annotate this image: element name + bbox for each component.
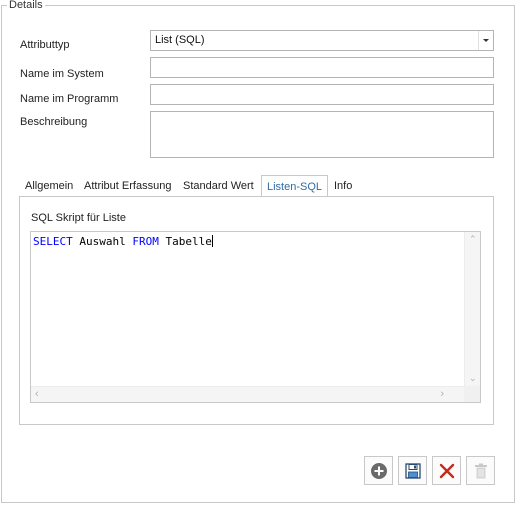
plus-circle-icon bbox=[370, 462, 387, 479]
keyword-select: SELECT bbox=[33, 235, 73, 248]
delete-button[interactable] bbox=[466, 456, 495, 485]
tab-allgemein[interactable]: Allgemein bbox=[21, 176, 77, 197]
name-system-label: Name im System bbox=[20, 68, 104, 80]
tab-attribut-erfassung[interactable]: Attribut Erfassung bbox=[80, 176, 175, 197]
listen-sql-panel: SQL Skript für Liste SELECT Auswahl FROM… bbox=[19, 196, 494, 425]
scroll-down-icon[interactable]: ⌄ bbox=[469, 374, 477, 383]
horizontal-scrollbar[interactable]: ‹ › bbox=[31, 386, 466, 402]
tab-listen-sql[interactable]: Listen-SQL bbox=[261, 175, 329, 198]
dropdown-arrow-icon[interactable] bbox=[478, 31, 493, 50]
beschreibung-textarea[interactable] bbox=[150, 111, 494, 158]
vertical-scrollbar[interactable]: ⌃ ⌄ bbox=[464, 232, 480, 386]
scrollbar-corner bbox=[464, 386, 480, 402]
name-programm-label: Name im Programm bbox=[20, 93, 119, 105]
code-text: Auswahl bbox=[72, 235, 133, 248]
cancel-button[interactable] bbox=[432, 456, 461, 485]
tab-info[interactable]: Info bbox=[330, 176, 356, 197]
tab-standard-wert[interactable]: Standard Wert bbox=[179, 176, 258, 197]
add-button[interactable] bbox=[364, 456, 393, 485]
floppy-disk-icon bbox=[404, 462, 421, 479]
attributtyp-label: Attributtyp bbox=[20, 39, 70, 51]
scroll-right-icon[interactable]: › bbox=[440, 389, 444, 400]
group-title: Details bbox=[7, 0, 45, 11]
sql-editor[interactable]: SELECT Auswahl FROM Tabelle ⌃ ⌄ ‹ › bbox=[30, 231, 481, 403]
sql-code[interactable]: SELECT Auswahl FROM Tabelle bbox=[33, 235, 213, 248]
scroll-left-icon[interactable]: ‹ bbox=[35, 389, 39, 400]
red-x-icon bbox=[439, 463, 454, 478]
attributtyp-value: List (SQL) bbox=[155, 34, 205, 46]
trash-icon bbox=[474, 463, 487, 478]
attributtyp-select[interactable]: List (SQL) bbox=[150, 30, 494, 51]
name-programm-input[interactable] bbox=[150, 84, 494, 105]
text-caret bbox=[211, 235, 213, 247]
name-system-input[interactable] bbox=[150, 57, 494, 78]
beschreibung-label: Beschreibung bbox=[20, 116, 88, 128]
code-text: Tabelle bbox=[158, 235, 212, 248]
keyword-from: FROM bbox=[132, 235, 159, 248]
sql-script-label: SQL Skript für Liste bbox=[31, 212, 126, 224]
scroll-up-icon[interactable]: ⌃ bbox=[469, 235, 477, 244]
save-button[interactable] bbox=[398, 456, 427, 485]
